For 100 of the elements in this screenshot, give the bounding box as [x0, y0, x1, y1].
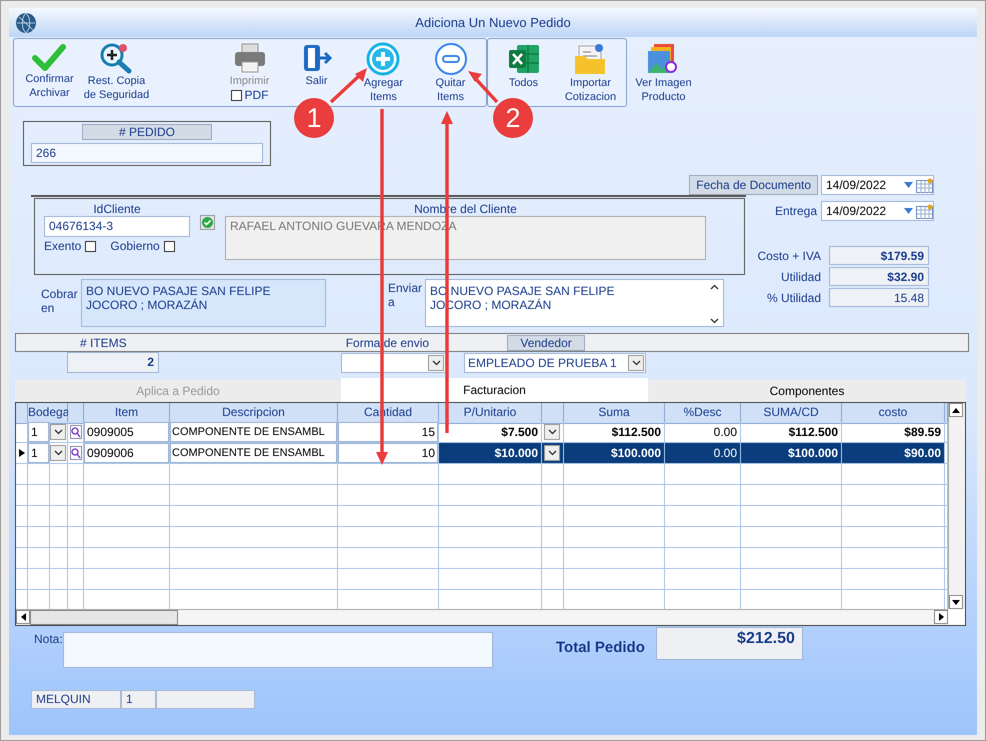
arrow-down-icon [952, 600, 960, 604]
scroll-up-button[interactable] [949, 403, 963, 417]
caret-icon [904, 182, 913, 188]
table-cell[interactable]: COMPONENTE DE ENSAMBL [170, 443, 338, 464]
folder-document-icon [573, 42, 608, 76]
printer-icon [232, 42, 266, 74]
table-cell[interactable]: 15 [338, 422, 439, 443]
client-id-label: IdCliente [93, 202, 141, 216]
arrow-right-icon [938, 613, 944, 621]
zoom-in-icon [99, 42, 134, 74]
plus-circle-icon [366, 42, 400, 76]
exit-button[interactable]: Salir [300, 39, 334, 88]
tab[interactable]: Componentes [648, 380, 966, 402]
column-header[interactable]: Suma [564, 403, 665, 424]
row-dropdown-button[interactable] [50, 445, 66, 461]
caret-icon [548, 450, 556, 456]
total-order-label: Total Pedido [556, 639, 645, 658]
checkbox-label: PDF [244, 88, 268, 102]
current-row-icon [18, 449, 24, 457]
scroll-up-icon[interactable] [710, 284, 719, 290]
checkbox-label: Exento [44, 239, 82, 253]
check-circle-icon[interactable] [200, 215, 215, 230]
add-button[interactable]: Agregar Items [364, 39, 404, 104]
scroll-down-button[interactable] [949, 595, 963, 609]
scroll-left-button[interactable] [16, 610, 30, 624]
remove-button[interactable]: Quitar Items [434, 39, 468, 104]
confirm-button[interactable]: Confirmar Archivar [25, 39, 74, 100]
arrow-left-icon [20, 613, 26, 621]
billing-label: Cobrar en [40, 286, 79, 317]
caret-icon [632, 360, 640, 366]
spreadsheet-icon [506, 42, 540, 76]
checkbox[interactable] [85, 240, 96, 252]
caret-icon [432, 360, 440, 366]
table-cell[interactable]: 1 [28, 422, 50, 443]
column-header[interactable]: Descripcion [170, 403, 338, 424]
arrow-up-icon [952, 408, 960, 412]
caret-icon [904, 208, 913, 214]
shipping-label: Enviar a [388, 280, 424, 311]
shipping-method-label: Forma de envio [346, 336, 430, 350]
checkbox[interactable] [164, 240, 175, 252]
calendar-icon[interactable] [916, 204, 933, 218]
total-value: 15.48 [829, 288, 929, 307]
status-cell: 1 [121, 690, 156, 709]
seller-label: Vendedor [507, 334, 586, 350]
column-header[interactable]: P/Unitario [439, 403, 542, 424]
caret-icon [710, 318, 719, 324]
table-cell[interactable]: 10 [338, 443, 439, 464]
horizontal-scrollbar[interactable] [16, 609, 948, 625]
total-label: Costo + IVA [756, 248, 821, 262]
import-button[interactable]: Importar Cotizacion [564, 39, 616, 104]
search-icon[interactable] [70, 446, 82, 460]
delivery-date-label: Entrega [774, 204, 817, 218]
tab[interactable]: Facturacion [341, 378, 648, 402]
scroll-right-button[interactable] [934, 610, 948, 624]
image-button[interactable]: Ver Imagen Producto [635, 39, 692, 104]
column-header [542, 403, 564, 424]
caret-icon [54, 450, 62, 456]
delivery-date-field[interactable]: 14/09/2022 [821, 201, 934, 221]
table-cell[interactable]: $100.000 [564, 443, 665, 464]
row-dropdown-button[interactable] [544, 445, 560, 461]
items-count-label: # ITEMS [80, 336, 127, 350]
row-dropdown-button[interactable] [544, 424, 560, 440]
column-header [68, 403, 84, 424]
window-title: Adiciona Un Nuevo Pedido [414, 15, 572, 30]
step-marker: 1 [294, 98, 334, 138]
order-number-field[interactable]: 266 [31, 143, 263, 163]
note-label: Nota: [34, 632, 63, 648]
total-label: Utilidad [780, 270, 821, 284]
column-header[interactable]: SUMA/CD [741, 403, 842, 424]
total-label: % Utilidad [766, 290, 821, 304]
table-cell[interactable]: 0909005 [84, 422, 170, 443]
table-cell[interactable]: COMPONENTE DE ENSAMBL [170, 422, 338, 443]
search-icon[interactable] [70, 425, 82, 439]
checkmark-icon [32, 42, 66, 72]
column-header [16, 403, 28, 424]
calendar-icon[interactable] [916, 178, 933, 192]
table-cell[interactable]: 0.00 [665, 443, 741, 464]
total-value: $179.59 [829, 246, 929, 265]
table-cell[interactable]: $90.00 [842, 443, 945, 464]
seller-dropdown[interactable]: EMPLEADO DE PRUEBA 1 [464, 352, 646, 372]
table-cell[interactable]: 0909006 [84, 443, 170, 464]
total-value: $32.90 [829, 267, 929, 286]
scrollbar-thumb[interactable] [30, 610, 178, 625]
table-cell[interactable]: $10.000 [439, 443, 542, 464]
column-header[interactable]: costo [842, 403, 945, 424]
table-cell[interactable]: $100.000 [741, 443, 842, 464]
caret-icon [54, 429, 62, 435]
table-cell[interactable]: 1 [28, 443, 50, 464]
restore-button[interactable]: Rest. Copia de Seguridad [84, 39, 150, 102]
shipping-method-dropdown[interactable] [341, 352, 446, 372]
billing-address-field[interactable]: BO NUEVO PASAJE SAN FELIPE JOCORO ; MORAZÁN [81, 279, 326, 327]
column-header[interactable]: Bodega [28, 403, 68, 424]
excel-button[interactable]: Todos [506, 39, 540, 90]
client-id-field[interactable]: 04676134-3 [44, 216, 190, 237]
column-header [945, 403, 948, 424]
column-header[interactable]: Item [84, 403, 170, 424]
document-date-field[interactable]: 14/09/2022 [821, 175, 934, 195]
row-dropdown-button[interactable] [50, 424, 66, 440]
column-header[interactable]: %Desc [665, 403, 741, 424]
note-field[interactable] [63, 632, 493, 668]
